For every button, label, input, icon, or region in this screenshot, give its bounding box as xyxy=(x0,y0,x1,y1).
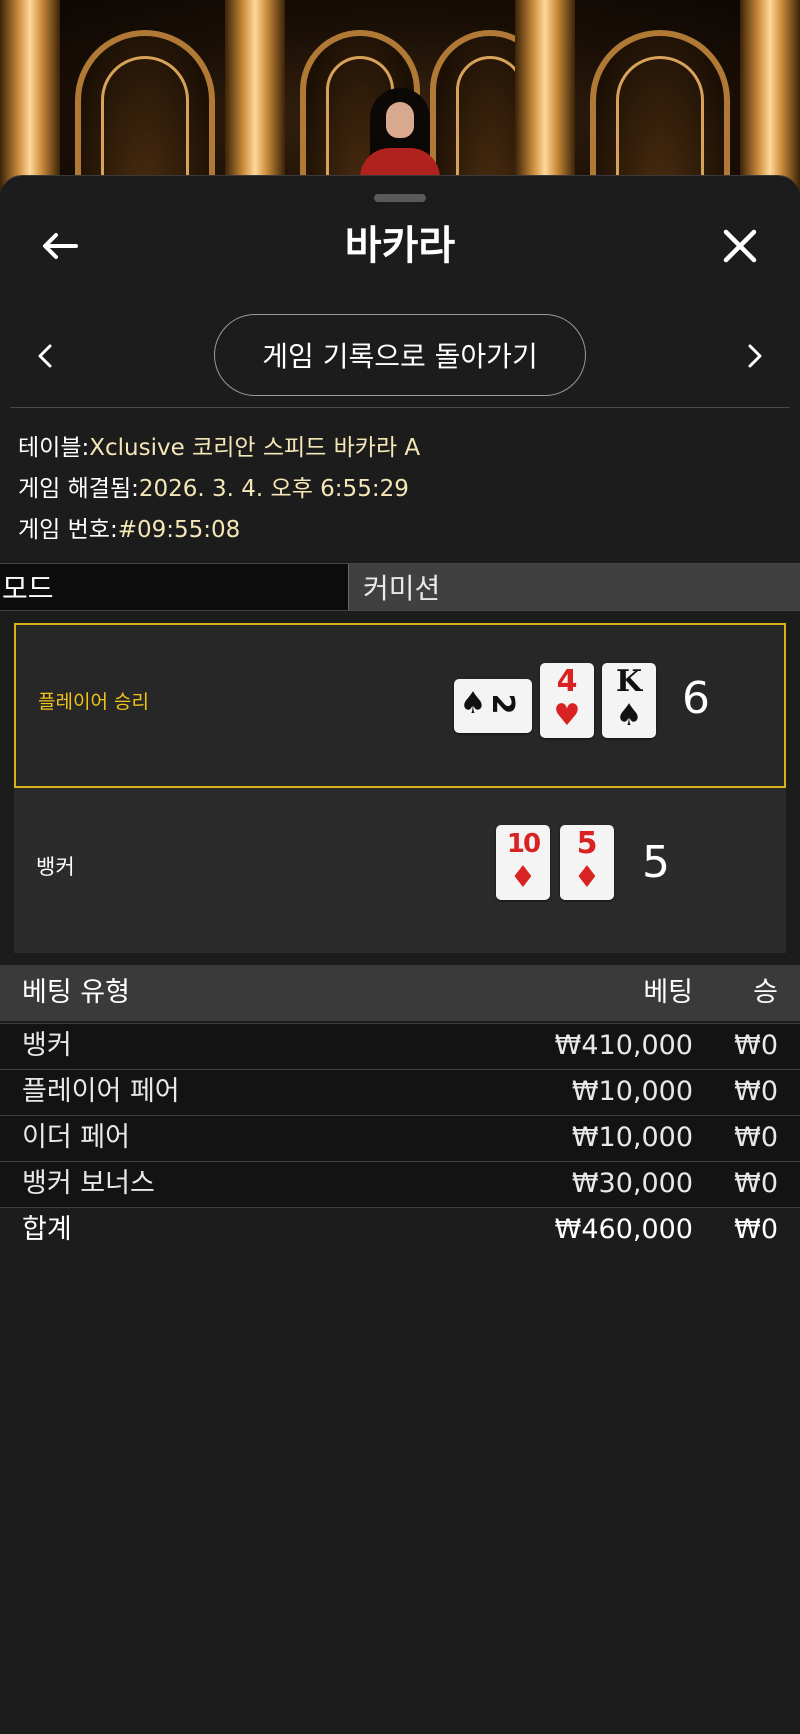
pillar-decoration xyxy=(515,0,575,200)
mode-commission-row: 모드 커미션 xyxy=(0,563,800,611)
pillar-decoration xyxy=(225,0,285,200)
player-card: 4 ♥ xyxy=(540,663,594,738)
live-video-background xyxy=(0,0,800,200)
banker-label: 뱅커 xyxy=(36,855,75,879)
chevron-right-icon xyxy=(748,344,762,368)
win-amount-header: 승 xyxy=(753,977,778,1008)
pillar-decoration xyxy=(740,0,800,200)
card-rank: 2 xyxy=(485,693,520,715)
bet-type: 플레이어 페어 xyxy=(22,1076,180,1107)
table-row: 플레이어 페어 ₩10,000 ₩0 xyxy=(0,1069,800,1115)
chevron-left-icon xyxy=(38,344,52,368)
card-suit: ♥ xyxy=(553,698,581,733)
card-rank: 10 xyxy=(506,829,541,859)
card-suit: ♦ xyxy=(573,860,601,895)
card-rank: 4 xyxy=(556,664,578,699)
bet-type-header: 베팅 유형 xyxy=(22,977,130,1008)
player-card: K ♠ xyxy=(602,663,656,738)
card-rank: 5 xyxy=(576,826,598,861)
bet-amount: ₩10,000 xyxy=(571,1122,693,1153)
bet-type: 이더 페어 xyxy=(22,1122,130,1153)
card-suit: ♦ xyxy=(509,860,537,895)
banker-score: 5 xyxy=(642,837,670,888)
bet-amount: ₩30,000 xyxy=(571,1168,693,1199)
banker-card: 5 ♦ xyxy=(560,825,614,900)
close-icon xyxy=(723,229,757,263)
win-amount: ₩0 xyxy=(734,1030,778,1061)
bet-amount: ₩410,000 xyxy=(554,1030,693,1061)
table-row: 뱅커 보너스 ₩30,000 ₩0 xyxy=(0,1161,800,1207)
close-button[interactable] xyxy=(710,216,770,276)
table-row: 이더 페어 ₩10,000 ₩0 xyxy=(0,1115,800,1161)
divider xyxy=(10,407,790,408)
previous-game-button[interactable] xyxy=(20,326,70,386)
total-win-amount: ₩0 xyxy=(734,1214,778,1245)
win-amount: ₩0 xyxy=(734,1122,778,1153)
game-number-label: 게임 번호: xyxy=(18,517,118,543)
game-number-value: #09:55:08 xyxy=(117,517,241,543)
resolved-label: 게임 해결됨: xyxy=(18,476,139,502)
next-game-button[interactable] xyxy=(730,326,780,386)
game-history-panel: 바카라 게임 기록으로 돌아가기 테이블:Xclusive 코리안 스피드 바카… xyxy=(0,175,800,1734)
back-to-history-button[interactable]: 게임 기록으로 돌아가기 xyxy=(214,314,586,396)
mode-tab[interactable]: 모드 xyxy=(0,564,348,610)
back-arrow-button[interactable] xyxy=(30,216,90,276)
arrow-left-icon xyxy=(43,233,78,259)
page-title: 바카라 xyxy=(344,223,456,269)
resolved-value: 2026. 3. 4. 오후 6:55:29 xyxy=(138,476,409,502)
card-suit: ♠ xyxy=(615,698,643,733)
total-row: 합계 ₩460,000 ₩0 xyxy=(0,1207,800,1253)
table-label: 테이블: xyxy=(18,435,90,461)
resolved-info: 게임 해결됨:2026. 3. 4. 오후 6:55:29 xyxy=(18,469,409,503)
game-number-info: 게임 번호:#09:55:08 xyxy=(18,510,240,544)
total-label: 합계 xyxy=(22,1214,72,1245)
banker-card: 10 ♦ xyxy=(496,825,550,900)
card-rank: K xyxy=(615,664,643,699)
commission-tab[interactable]: 커미션 xyxy=(348,564,800,610)
bet-type: 뱅커 보너스 xyxy=(22,1168,155,1199)
bet-amount-header: 베팅 xyxy=(643,977,693,1008)
win-amount: ₩0 xyxy=(734,1168,778,1199)
table-row: 뱅커 ₩410,000 ₩0 xyxy=(0,1023,800,1069)
card-suit: ♠ xyxy=(459,686,487,721)
bets-table-header: 베팅 유형 베팅 승 xyxy=(0,965,800,1021)
pillar-decoration xyxy=(0,0,60,200)
total-bet-amount: ₩460,000 xyxy=(554,1214,693,1245)
player-win-label: 플레이어 승리 xyxy=(38,691,149,713)
player-result-box: 플레이어 승리 2 ♠ 4 ♥ K ♠ 6 xyxy=(14,623,786,788)
bet-type: 뱅커 xyxy=(22,1030,72,1061)
table-info: 테이블:Xclusive 코리안 스피드 바카라 A xyxy=(18,428,420,462)
table-value: Xclusive 코리안 스피드 바카라 A xyxy=(89,435,421,461)
win-amount: ₩0 xyxy=(734,1076,778,1107)
round-result: 플레이어 승리 2 ♠ 4 ♥ K ♠ 6 뱅커 10 ♦ 5 ♦ 5 xyxy=(14,623,786,953)
drag-handle[interactable] xyxy=(374,194,426,202)
player-card: 2 ♠ xyxy=(454,679,532,733)
bet-amount: ₩10,000 xyxy=(571,1076,693,1107)
player-score: 6 xyxy=(682,673,710,724)
